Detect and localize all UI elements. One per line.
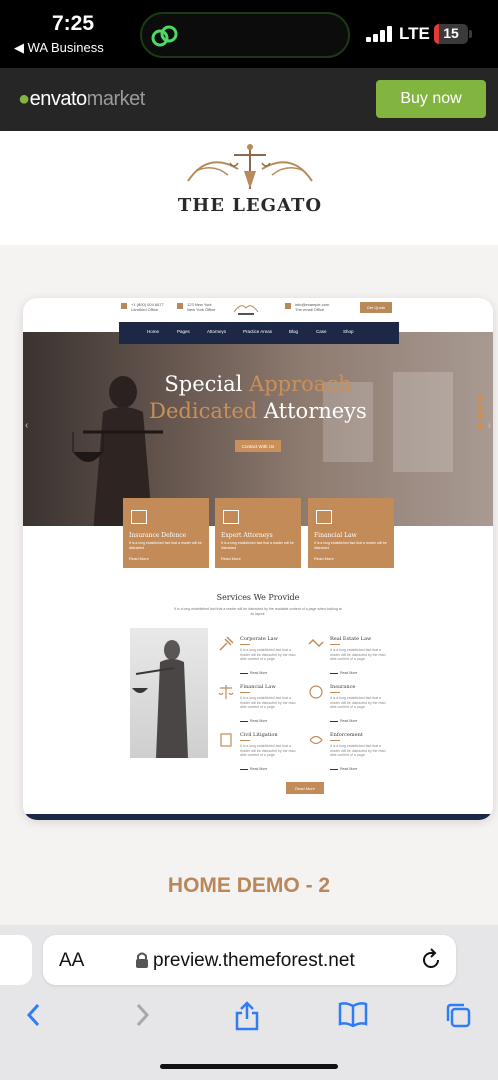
service-item[interactable]: Corporate Law It is a long established f… <box>218 636 296 682</box>
service-item[interactable]: Enforcement It is a long established fac… <box>308 732 386 778</box>
battery-level: 15 <box>443 25 459 41</box>
service-read-more[interactable]: Read More <box>330 719 357 723</box>
scales-icon <box>218 685 234 699</box>
home-demo-preview-card[interactable]: +1 (800) 004 6677 Landlord Office 123 New… <box>23 298 493 820</box>
insurance-icon <box>309 685 323 699</box>
reader-options-button[interactable]: AA <box>59 950 84 972</box>
phone-icon <box>121 303 127 309</box>
document-icon <box>220 733 232 747</box>
service-read-more[interactable]: Read More <box>330 671 357 675</box>
nav-shop[interactable]: Shop <box>343 329 354 334</box>
share-icon[interactable] <box>234 1001 260 1031</box>
status-time: 7:25 <box>52 12 95 35</box>
service-item[interactable]: Civil Litigation It is a long establishe… <box>218 732 296 778</box>
gavel-icon <box>219 636 234 651</box>
service-read-more[interactable]: Read More <box>240 767 267 771</box>
home-indicator[interactable] <box>160 1064 338 1069</box>
get-quote-button[interactable]: Get Quote <box>360 302 392 313</box>
service-item[interactable]: Real Estate Law It is a long established… <box>308 636 386 682</box>
safari-toolbar: AA preview.themeforest.net <box>0 925 498 1080</box>
cellular-signal-icon <box>366 26 392 42</box>
lock-icon <box>136 952 148 968</box>
top-phone-sub: Landlord Office <box>131 307 159 312</box>
scales-crest-icon <box>187 144 313 189</box>
nav-home[interactable]: Home <box>147 329 159 334</box>
the-legato-logo[interactable]: THE LEGATO <box>150 141 350 241</box>
attorney-icon <box>223 510 239 524</box>
feature-card[interactable]: Expert Attorneys It is a long establishe… <box>215 498 301 568</box>
link-icon <box>151 25 178 47</box>
handshake-icon <box>308 638 324 648</box>
feature-title: Financial Law <box>314 532 357 539</box>
service-item[interactable]: Insurance It is a long established fact … <box>308 684 386 730</box>
nav-blog[interactable]: Blog <box>289 329 298 334</box>
nav-attorneys[interactable]: Attorneys <box>207 329 226 334</box>
feature-card[interactable]: Insurance Defence It is a long establish… <box>123 498 209 568</box>
feature-desc: It is a long established fact that a rea… <box>314 541 387 550</box>
envato-market-bar: ●envatomarket Buy now <box>0 68 498 131</box>
back-to-app-link[interactable]: ◀ WA Business <box>14 40 104 56</box>
brand-name: THE LEGATO <box>177 195 323 216</box>
feature-read-more[interactable]: Read More <box>221 556 241 561</box>
hero-heading-line2: Dedicated Attorneys <box>149 399 367 423</box>
top-address-sub: New York Office <box>187 307 216 312</box>
dynamic-island[interactable] <box>140 12 350 58</box>
theme-header: THE LEGATO <box>0 131 498 245</box>
service-read-more[interactable]: Read More <box>240 671 267 675</box>
location-icon <box>177 303 183 309</box>
feature-desc: It is a long established fact that a rea… <box>129 541 202 550</box>
social-links[interactable] <box>477 396 485 432</box>
slider-prev-arrow-icon[interactable]: ‹ <box>25 420 28 431</box>
browser-bottom-toolbar <box>0 995 498 1035</box>
feature-read-more[interactable]: Read More <box>129 556 149 561</box>
hero-banner: Special Approach Dedicated Attorneys Con… <box>23 332 493 526</box>
contact-with-us-button[interactable]: Contact With Us <box>235 440 281 452</box>
tabs-icon[interactable] <box>444 1001 472 1029</box>
reload-icon[interactable] <box>419 948 443 972</box>
previous-tab-peek[interactable] <box>0 935 32 985</box>
feature-card[interactable]: Financial Law It is a long established f… <box>308 498 394 568</box>
home-demo-title[interactable]: HOME DEMO - 2 <box>0 874 498 898</box>
address-bar[interactable]: AA preview.themeforest.net <box>43 935 456 985</box>
nav-case[interactable]: Case <box>316 329 327 334</box>
nav-pages[interactable]: Pages <box>177 329 190 334</box>
services-title: Services We Provide <box>216 593 300 602</box>
email-icon <box>285 303 291 309</box>
feature-read-more[interactable]: Read More <box>314 556 334 561</box>
chart-icon <box>316 510 332 524</box>
service-read-more[interactable]: Read More <box>330 767 357 771</box>
feature-title: Expert Attorneys <box>221 532 273 539</box>
feature-title: Insurance Defence <box>129 532 187 539</box>
mini-legato-logo <box>233 305 259 315</box>
justice-statue-image <box>130 628 208 758</box>
service-read-more[interactable]: Read More <box>240 719 267 723</box>
url-text[interactable]: preview.themeforest.net <box>153 950 355 972</box>
bookmarks-icon[interactable] <box>338 1001 368 1027</box>
preview-top-info-bar: +1 (800) 004 6677 Landlord Office 123 New… <box>23 298 493 320</box>
feature-desc: It is a long established fact that a rea… <box>221 541 294 550</box>
enforcement-icon <box>309 735 323 745</box>
services-subtitle: It is a long established fact that a rea… <box>174 607 342 616</box>
nav-practice-areas[interactable]: Practice Areas <box>243 329 272 334</box>
envato-market-logo[interactable]: ●envatomarket <box>18 88 145 111</box>
preview-navbar: Home Pages Attorneys Practice Areas Blog… <box>119 322 399 344</box>
network-type: LTE <box>399 24 430 43</box>
back-arrow-icon[interactable] <box>24 1001 44 1029</box>
hero-heading-line1: Special Approach <box>164 372 352 396</box>
top-email-sub: The email Office <box>295 307 325 312</box>
service-item[interactable]: Financial Law It is a long established f… <box>218 684 296 730</box>
shield-icon <box>131 510 147 524</box>
preview-footer-strip <box>23 814 493 820</box>
buy-now-button[interactable]: Buy now <box>376 80 486 118</box>
slider-next-arrow-icon[interactable]: › <box>488 420 491 431</box>
services-read-more-button[interactable]: Read More <box>286 782 324 794</box>
battery-icon: 15 <box>434 24 468 44</box>
status-bar: 7:25 ◀ WA Business LTE 15 <box>0 0 498 68</box>
envato-leaf-icon: ● <box>18 88 30 110</box>
forward-arrow-icon[interactable] <box>132 1001 152 1029</box>
